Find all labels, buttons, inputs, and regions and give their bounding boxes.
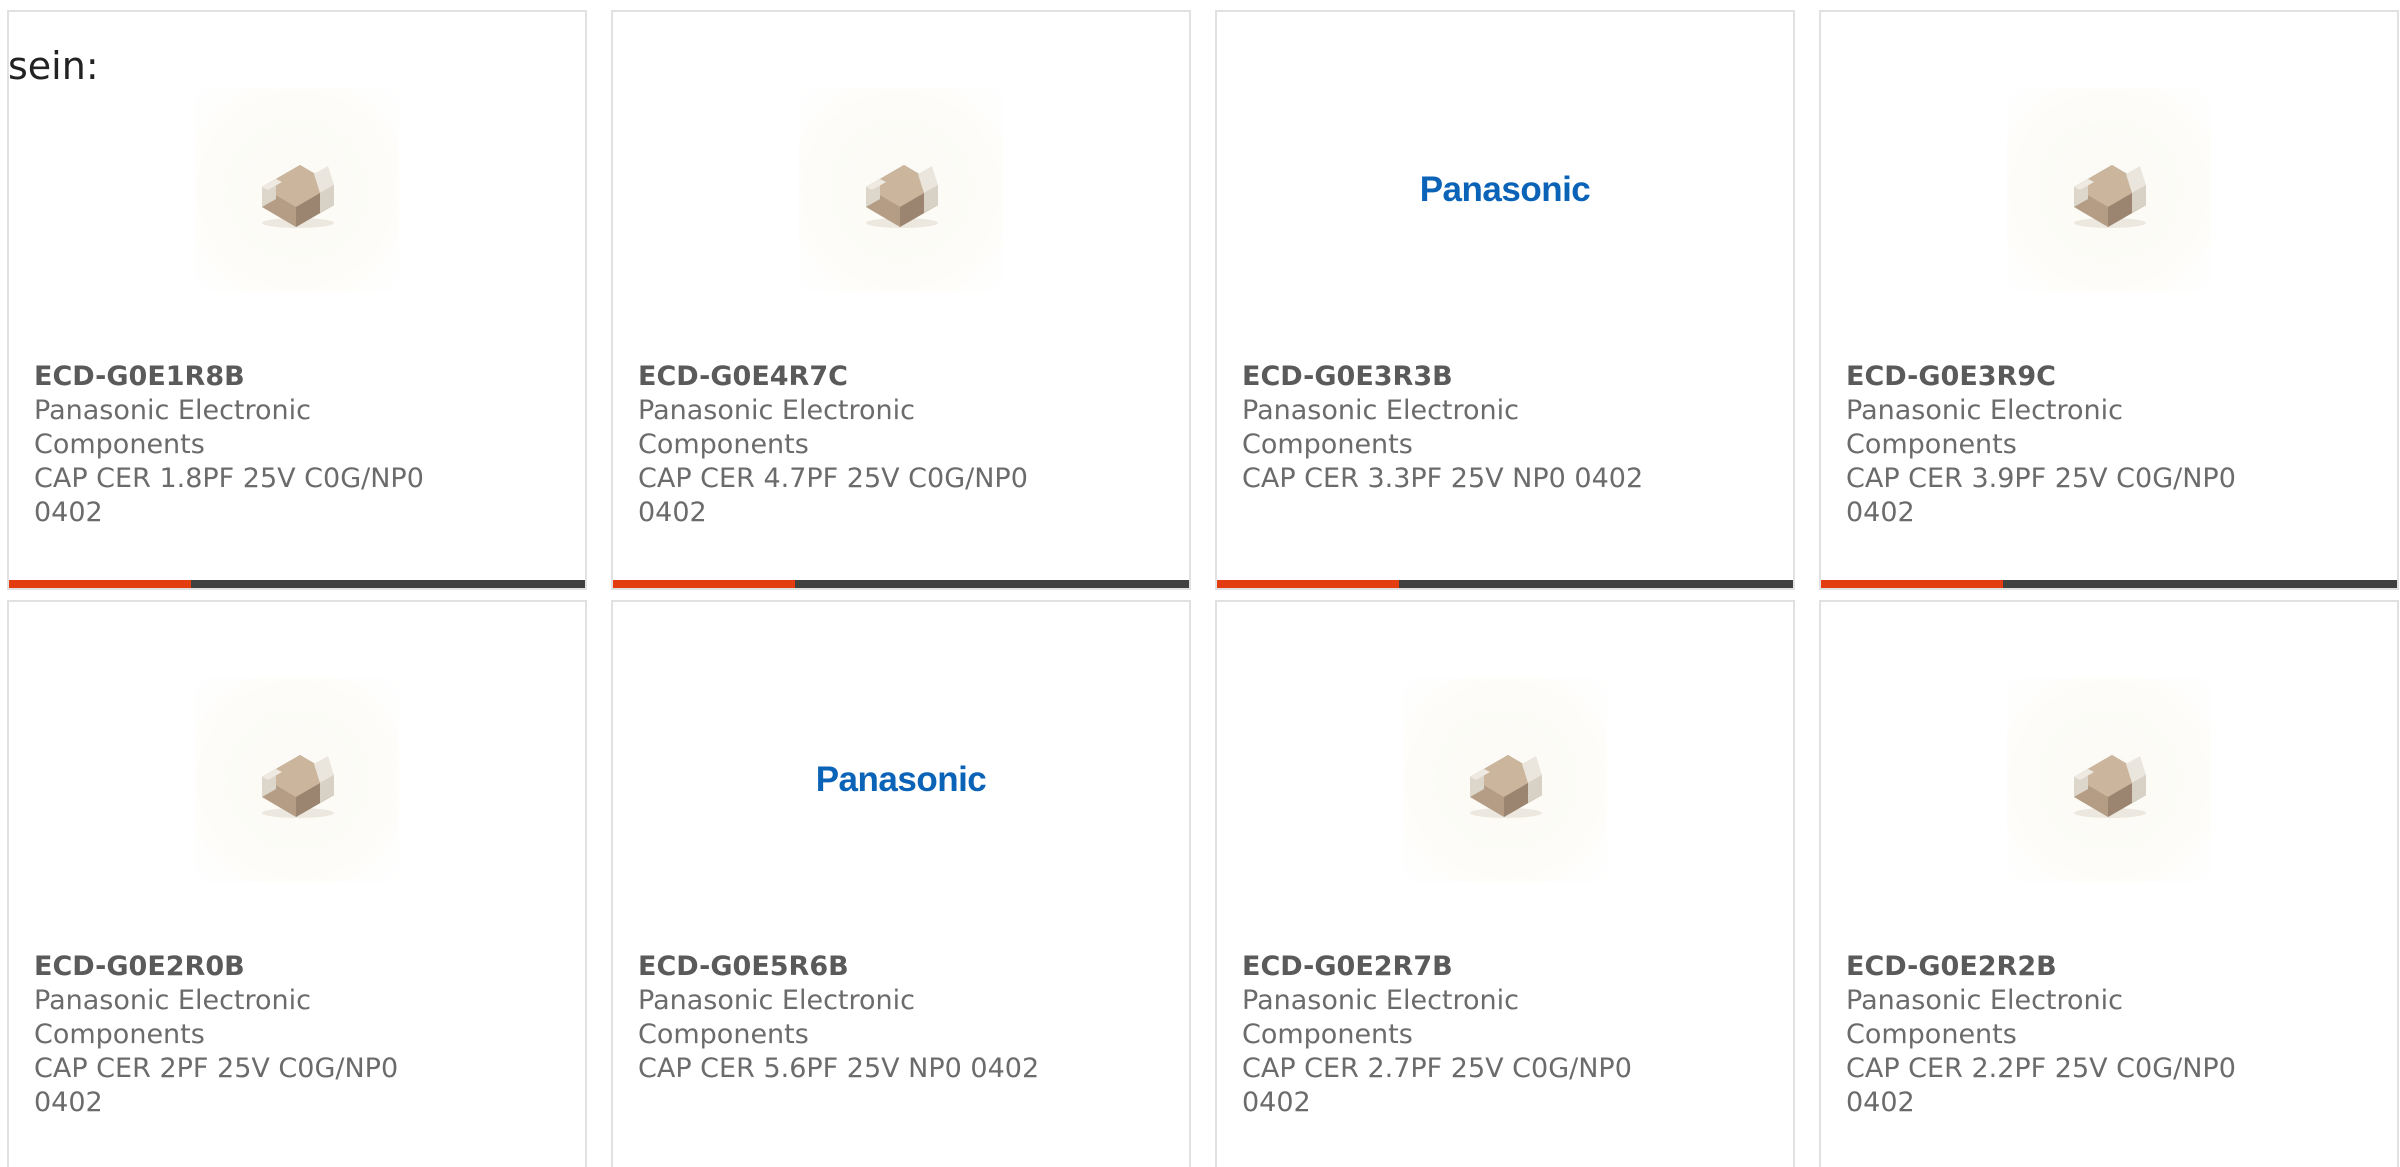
product-info: ECD-G0E5R6B Panasonic Electronic Compone… bbox=[638, 950, 1068, 1086]
part-number-link[interactable]: ECD-G0E3R9C bbox=[1846, 360, 2276, 394]
product-description: CAP CER 2.7PF 25V C0G/NP0 0402 bbox=[1242, 1053, 1632, 1118]
part-number-link[interactable]: ECD-G0E2R2B bbox=[1846, 950, 2276, 984]
product-image[interactable] bbox=[799, 88, 1003, 292]
card-bar-accent bbox=[1217, 580, 1399, 588]
lead-text: sein: bbox=[8, 44, 99, 88]
card-bottom-bar bbox=[1821, 580, 2397, 588]
product-description: CAP CER 4.7PF 25V C0G/NP0 0402 bbox=[638, 463, 1028, 528]
product-info: ECD-G0E2R2B Panasonic Electronic Compone… bbox=[1846, 950, 2276, 1120]
manufacturer-name: Panasonic Electronic Components bbox=[34, 985, 311, 1050]
product-info: ECD-G0E3R3B Panasonic Electronic Compone… bbox=[1242, 360, 1672, 496]
part-number-link[interactable]: ECD-G0E2R0B bbox=[34, 950, 464, 984]
product-description: CAP CER 5.6PF 25V NP0 0402 bbox=[638, 1053, 1040, 1084]
product-card[interactable]: ECD-G0E2R7B Panasonic Electronic Compone… bbox=[1215, 600, 1795, 1167]
product-info: ECD-G0E2R7B Panasonic Electronic Compone… bbox=[1242, 950, 1672, 1120]
part-number-link[interactable]: ECD-G0E5R6B bbox=[638, 950, 1068, 984]
card-bar-track bbox=[191, 580, 585, 588]
product-image[interactable] bbox=[2007, 88, 2211, 292]
product-card[interactable]: ECD-G0E3R9C Panasonic Electronic Compone… bbox=[1819, 10, 2399, 590]
card-bottom-bar bbox=[1217, 580, 1793, 588]
product-description: CAP CER 1.8PF 25V C0G/NP0 0402 bbox=[34, 463, 424, 528]
part-number-link[interactable]: ECD-G0E3R3B bbox=[1242, 360, 1672, 394]
product-card[interactable]: Panasonic ECD-G0E3R3B Panasonic Electron… bbox=[1215, 10, 1795, 590]
product-card[interactable]: ECD-G0E2R0B Panasonic Electronic Compone… bbox=[7, 600, 587, 1167]
product-description: CAP CER 2.2PF 25V C0G/NP0 0402 bbox=[1846, 1053, 2236, 1118]
ceramic-capacitor-chip-icon bbox=[2074, 165, 2146, 228]
product-grid: ECD-G0E1R8B Panasonic Electronic Compone… bbox=[7, 10, 2399, 1167]
card-bar-accent bbox=[1821, 580, 2003, 588]
card-bar-track bbox=[2003, 580, 2397, 588]
manufacturer-name: Panasonic Electronic Components bbox=[1846, 395, 2123, 460]
part-number-link[interactable]: ECD-G0E2R7B bbox=[1242, 950, 1672, 984]
card-bottom-bar bbox=[613, 580, 1189, 588]
card-bar-accent bbox=[613, 580, 795, 588]
product-image[interactable]: Panasonic bbox=[799, 678, 1003, 882]
panasonic-logo: Panasonic bbox=[1419, 170, 1591, 209]
manufacturer-name: Panasonic Electronic Components bbox=[638, 395, 915, 460]
ceramic-capacitor-chip-icon bbox=[2074, 755, 2146, 818]
card-bar-track bbox=[1399, 580, 1793, 588]
product-info: ECD-G0E4R7C Panasonic Electronic Compone… bbox=[638, 360, 1068, 530]
panasonic-logo: Panasonic bbox=[815, 760, 987, 799]
product-image[interactable] bbox=[2007, 678, 2211, 882]
product-info: ECD-G0E3R9C Panasonic Electronic Compone… bbox=[1846, 360, 2276, 530]
ceramic-capacitor-chip-icon bbox=[866, 165, 938, 228]
ceramic-capacitor-chip-icon bbox=[1470, 755, 1542, 818]
manufacturer-name: Panasonic Electronic Components bbox=[1846, 985, 2123, 1050]
manufacturer-name: Panasonic Electronic Components bbox=[1242, 395, 1519, 460]
product-image[interactable] bbox=[195, 678, 399, 882]
manufacturer-name: Panasonic Electronic Components bbox=[34, 395, 311, 460]
card-bottom-bar bbox=[9, 580, 585, 588]
part-number-link[interactable]: ECD-G0E1R8B bbox=[34, 360, 464, 394]
product-grid-page: sein: ECD-G0E1R8B Panasonic Electronic C… bbox=[0, 0, 2400, 1167]
product-description: CAP CER 3.3PF 25V NP0 0402 bbox=[1242, 463, 1644, 494]
product-card[interactable]: ECD-G0E4R7C Panasonic Electronic Compone… bbox=[611, 10, 1191, 590]
product-card[interactable]: ECD-G0E2R2B Panasonic Electronic Compone… bbox=[1819, 600, 2399, 1167]
product-image[interactable]: Panasonic bbox=[1403, 88, 1607, 292]
product-info: ECD-G0E2R0B Panasonic Electronic Compone… bbox=[34, 950, 464, 1120]
product-image[interactable] bbox=[195, 88, 399, 292]
ceramic-capacitor-chip-icon bbox=[262, 755, 334, 818]
card-bar-track bbox=[795, 580, 1189, 588]
product-card[interactable]: Panasonic ECD-G0E5R6B Panasonic Electron… bbox=[611, 600, 1191, 1167]
product-description: CAP CER 3.9PF 25V C0G/NP0 0402 bbox=[1846, 463, 2236, 528]
manufacturer-name: Panasonic Electronic Components bbox=[1242, 985, 1519, 1050]
product-card[interactable]: ECD-G0E1R8B Panasonic Electronic Compone… bbox=[7, 10, 587, 590]
product-image[interactable] bbox=[1403, 678, 1607, 882]
manufacturer-name: Panasonic Electronic Components bbox=[638, 985, 915, 1050]
part-number-link[interactable]: ECD-G0E4R7C bbox=[638, 360, 1068, 394]
ceramic-capacitor-chip-icon bbox=[262, 165, 334, 228]
card-bar-accent bbox=[9, 580, 191, 588]
product-description: CAP CER 2PF 25V C0G/NP0 0402 bbox=[34, 1053, 399, 1118]
product-info: ECD-G0E1R8B Panasonic Electronic Compone… bbox=[34, 360, 464, 530]
